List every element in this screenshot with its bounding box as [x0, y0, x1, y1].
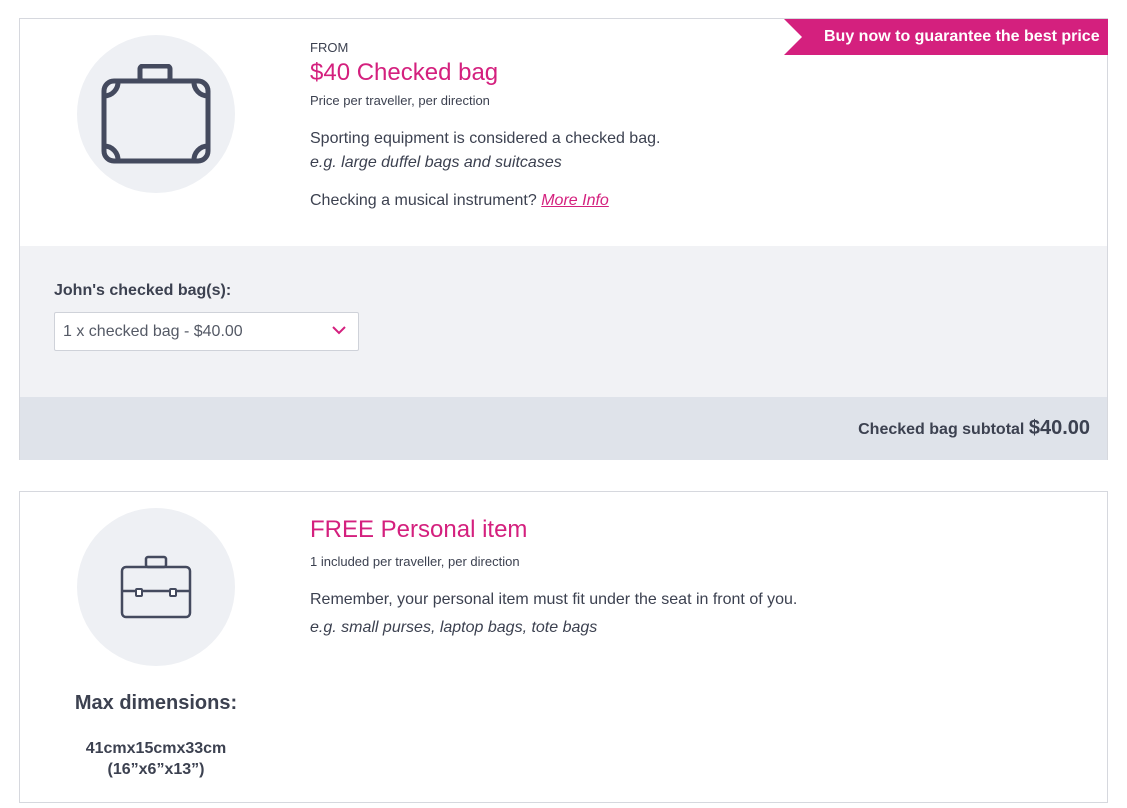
personal-item-title: FREE Personal item [310, 516, 528, 543]
more-info-link[interactable]: More Info [541, 192, 609, 209]
bag-select-label: John's checked bag(s): [54, 282, 232, 299]
dimensions-metric: 41cmx15cmx33cm [85, 740, 227, 757]
chevron-down-icon [332, 326, 346, 335]
instrument-question: Checking a musical instrument? [310, 192, 537, 209]
subtotal-label: Checked bag subtotal [858, 421, 1025, 438]
briefcase-icon [120, 555, 192, 619]
checked-bag-examples: e.g. large duffel bags and suitcases [310, 154, 562, 171]
personal-item-examples: e.g. small purses, laptop bags, tote bag… [310, 619, 598, 636]
bag-quantity-select[interactable]: 1 x checked bag - $40.00 [54, 312, 359, 351]
subtotal-bar: Checked bag subtotal $40.00 [20, 397, 1107, 460]
personal-item-info: FREE Personal item 1 included per travel… [310, 516, 797, 637]
checked-bag-title: $40 Checked bag [310, 59, 499, 86]
personal-item-description: Remember, your personal item must fit un… [310, 591, 798, 608]
briefcase-icon-circle [77, 508, 235, 666]
bag-select-value: 1 x checked bag - $40.00 [63, 323, 243, 340]
subtotal-amount: $40.00 [1028, 417, 1090, 439]
suitcase-icon [101, 64, 211, 164]
personal-item-note: 1 included per traveller, per direction [310, 554, 520, 569]
checked-bag-description: Sporting equipment is considered a check… [310, 130, 661, 147]
from-label: FROM [310, 40, 349, 55]
bag-selection-panel: John's checked bag(s): 1 x checked bag -… [20, 246, 1107, 397]
dimensions-imperial: (16”x6”x13”) [107, 761, 205, 778]
max-dimensions-label: Max dimensions: [74, 692, 238, 714]
price-note: Price per traveller, per direction [310, 93, 490, 108]
personal-item-card: Max dimensions: 41cmx15cmx33cm (16”x6”x1… [19, 491, 1108, 803]
suitcase-icon-circle [77, 35, 235, 193]
checked-bag-card: Buy now to guarantee the best price FROM… [19, 18, 1108, 460]
subtotal: Checked bag subtotal $40.00 [858, 417, 1090, 440]
instrument-line: Checking a musical instrument? More Info [310, 192, 660, 210]
checked-bag-info: FROM $40 Checked bag Price per traveller… [310, 40, 660, 210]
best-price-banner: Buy now to guarantee the best price [784, 19, 1108, 55]
